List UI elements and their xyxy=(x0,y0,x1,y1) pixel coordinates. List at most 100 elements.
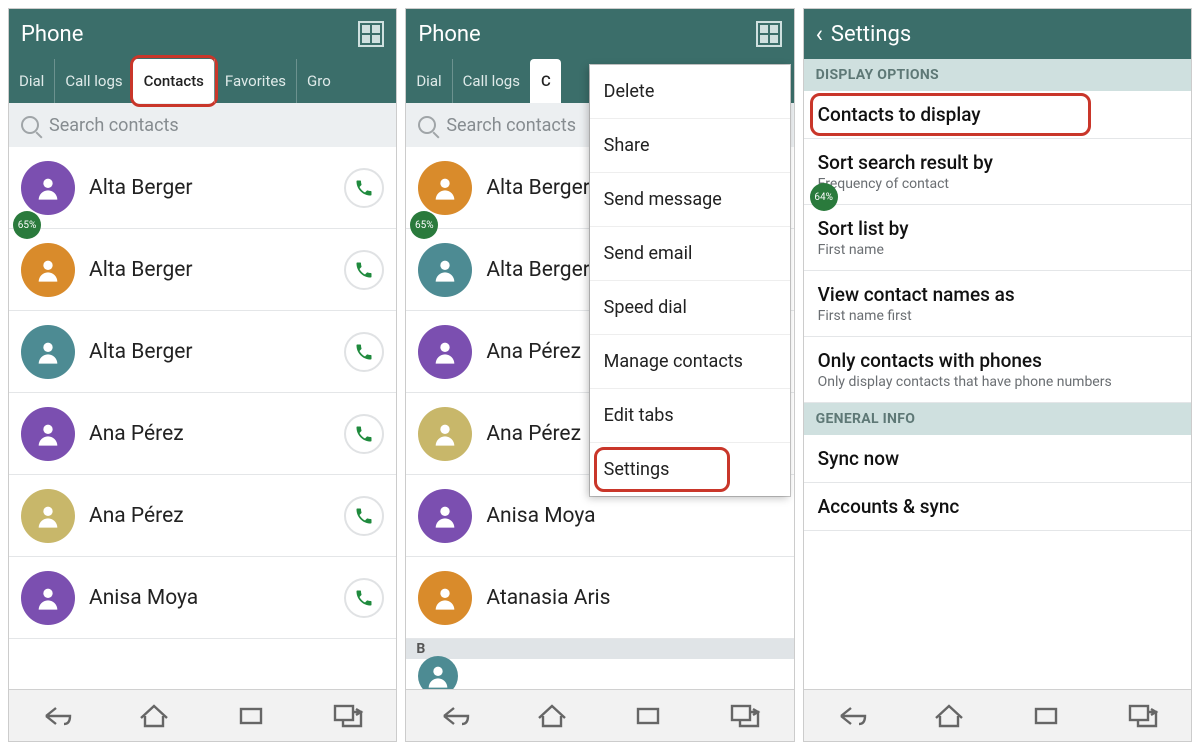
overflow-menu: DeleteShareSend messageSend emailSpeed d… xyxy=(590,65,790,496)
recent-icon[interactable] xyxy=(631,702,665,730)
call-button[interactable] xyxy=(344,414,384,454)
contact-name: Alta Berger xyxy=(89,340,330,364)
pane-contacts: Phone DialCall logsContactsFavoritesGro … xyxy=(8,8,397,742)
tab-dial[interactable]: Dial xyxy=(406,59,451,103)
back-chevron-icon[interactable]: ‹ xyxy=(816,20,823,48)
back-icon[interactable] xyxy=(438,702,472,730)
avatar xyxy=(418,325,472,379)
tab-call-logs[interactable]: Call logs xyxy=(54,59,132,103)
tab-contacts[interactable]: Contacts xyxy=(133,59,214,103)
contacts-list[interactable]: 65% Alta Berger Alta Berger Alta Berger Ana… xyxy=(9,147,396,689)
back-icon[interactable] xyxy=(40,702,74,730)
section-letter: B xyxy=(406,639,793,659)
app-title: Settings xyxy=(831,22,911,47)
menu-item-settings[interactable]: Settings xyxy=(590,443,790,496)
search-bar[interactable]: Search contacts xyxy=(9,103,396,147)
contact-name: Ana Pérez xyxy=(89,504,330,528)
settings-item-title: Sort search result by xyxy=(818,151,1177,174)
menu-item-speed-dial[interactable]: Speed dial xyxy=(590,281,790,335)
pane-settings: ‹ Settings 64% DISPLAY OPTIONSContacts t… xyxy=(803,8,1192,742)
floating-badge: 65% xyxy=(13,211,41,239)
app-header: Phone xyxy=(9,9,396,59)
search-placeholder: Search contacts xyxy=(446,115,576,136)
call-button[interactable] xyxy=(344,250,384,290)
avatar xyxy=(418,161,472,215)
avatar xyxy=(418,407,472,461)
app-title: Phone xyxy=(21,22,83,47)
settings-item-subtitle: Frequency of contact xyxy=(818,176,1177,192)
switch-icon[interactable] xyxy=(331,702,365,730)
tab-gro[interactable]: Gro xyxy=(296,59,341,103)
contact-row[interactable] xyxy=(406,659,793,689)
menu-item-send-message[interactable]: Send message xyxy=(590,173,790,227)
switch-icon[interactable] xyxy=(728,702,762,730)
contact-row[interactable]: Alta Berger xyxy=(9,147,396,229)
tab-c[interactable]: C xyxy=(530,59,561,103)
menu-item-edit-tabs[interactable]: Edit tabs xyxy=(590,389,790,443)
section-header: DISPLAY OPTIONS xyxy=(804,59,1191,91)
tab-call-logs[interactable]: Call logs xyxy=(452,59,530,103)
contact-name: Anisa Moya xyxy=(486,504,781,528)
settings-item-title: Only contacts with phones xyxy=(818,349,1177,372)
menu-item-send-email[interactable]: Send email xyxy=(590,227,790,281)
avatar xyxy=(418,243,472,297)
call-button[interactable] xyxy=(344,578,384,618)
settings-item-subtitle: First name first xyxy=(818,308,1177,324)
avatar xyxy=(418,571,472,625)
grid-icon[interactable] xyxy=(358,21,384,47)
search-icon xyxy=(21,116,39,134)
menu-item-delete[interactable]: Delete xyxy=(590,65,790,119)
contact-row[interactable]: Alta Berger xyxy=(9,311,396,393)
contact-name: Alta Berger xyxy=(89,258,330,282)
avatar xyxy=(21,325,75,379)
settings-item-title: Sort list by xyxy=(818,217,1177,240)
contact-name: Atanasia Aris xyxy=(486,586,781,610)
settings-item-accounts-sync[interactable]: Accounts & sync xyxy=(804,483,1191,531)
tab-bar: DialCall logsContactsFavoritesGro xyxy=(9,59,396,103)
tab-favorites[interactable]: Favorites xyxy=(214,59,296,103)
avatar xyxy=(21,161,75,215)
settings-item-sync-now[interactable]: Sync now xyxy=(804,435,1191,483)
recent-icon[interactable] xyxy=(1029,702,1063,730)
app-header: ‹ Settings xyxy=(804,9,1191,59)
settings-item-subtitle: First name xyxy=(818,242,1177,258)
search-icon xyxy=(418,116,436,134)
menu-item-manage-contacts[interactable]: Manage contacts xyxy=(590,335,790,389)
settings-item-sort-list-by[interactable]: Sort list by First name xyxy=(804,205,1191,271)
avatar xyxy=(418,489,472,543)
menu-item-share[interactable]: Share xyxy=(590,119,790,173)
call-button[interactable] xyxy=(344,168,384,208)
floating-badge: 64% xyxy=(810,183,838,211)
settings-item-title: Sync now xyxy=(818,447,1177,470)
settings-item-title: Accounts & sync xyxy=(818,495,1177,518)
avatar xyxy=(21,243,75,297)
settings-item-only-contacts-with-phones[interactable]: Only contacts with phonesOnly display co… xyxy=(804,337,1191,403)
contact-row[interactable]: Ana Pérez xyxy=(9,393,396,475)
settings-item-contacts-to-display[interactable]: Contacts to display xyxy=(804,91,1191,139)
home-icon[interactable] xyxy=(932,702,966,730)
settings-list[interactable]: 64% DISPLAY OPTIONSContacts to displaySo… xyxy=(804,59,1191,689)
contact-row[interactable]: Atanasia Aris xyxy=(406,557,793,639)
avatar xyxy=(21,489,75,543)
app-title: Phone xyxy=(418,22,480,47)
call-button[interactable] xyxy=(344,496,384,536)
contact-row[interactable]: Ana Pérez xyxy=(9,475,396,557)
contact-name: Ana Pérez xyxy=(89,422,330,446)
back-icon[interactable] xyxy=(835,702,869,730)
contact-name: Alta Berger xyxy=(89,176,330,200)
contact-row[interactable]: Anisa Moya xyxy=(9,557,396,639)
settings-item-sort-search-result-by[interactable]: Sort search result by Frequency of contac… xyxy=(804,139,1191,205)
call-button[interactable] xyxy=(344,332,384,372)
home-icon[interactable] xyxy=(137,702,171,730)
pane-contacts-menu: Phone DialCall logsC Search contacts 65%… xyxy=(405,8,794,742)
tab-dial[interactable]: Dial xyxy=(9,59,54,103)
home-icon[interactable] xyxy=(535,702,569,730)
settings-item-view-contact-names-as[interactable]: View contact names as First name first xyxy=(804,271,1191,337)
switch-icon[interactable] xyxy=(1126,702,1160,730)
contact-name: Anisa Moya xyxy=(89,586,330,610)
settings-item-title: View contact names as xyxy=(818,283,1177,306)
recent-icon[interactable] xyxy=(234,702,268,730)
grid-icon[interactable] xyxy=(756,21,782,47)
contact-row[interactable]: Alta Berger xyxy=(9,229,396,311)
app-header: Phone xyxy=(406,9,793,59)
